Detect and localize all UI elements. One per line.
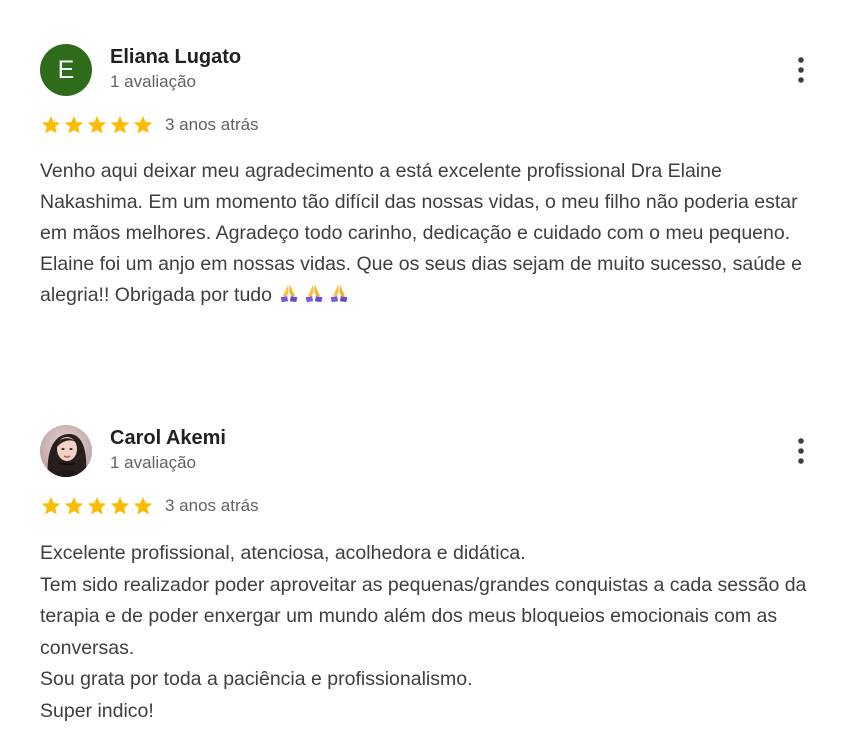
review-body: Venho aqui deixar meu agradecimento a es… [40, 160, 808, 306]
author-name[interactable]: Carol Akemi [110, 427, 226, 450]
rating-row: 3 anos atrás [40, 112, 259, 138]
star-icon [110, 497, 130, 515]
star-icon [41, 116, 61, 134]
author-review-count: 1 avaliação [110, 453, 197, 472]
star-icon [41, 497, 61, 515]
rating-row: 3 anos atrás [40, 493, 259, 519]
star-icon [64, 497, 84, 515]
star-icon [133, 497, 153, 515]
avatar[interactable]: E [40, 44, 92, 96]
review-text: Excelente profissional, atenciosa, acolh… [40, 538, 830, 727]
avatar-letter: E [57, 55, 75, 84]
star-icon [110, 116, 130, 134]
star-rating [40, 114, 155, 136]
review-date: 3 anos atrás [165, 496, 259, 515]
more-vert-icon [798, 438, 804, 464]
review-body: Excelente profissional, atenciosa, acolh… [40, 542, 807, 722]
avatar[interactable] [40, 425, 92, 477]
review-text: Venho aqui deixar meu agradecimento a es… [40, 156, 830, 311]
more-vert-icon [798, 57, 804, 83]
author-name[interactable]: Eliana Lugato [110, 46, 241, 69]
star-rating [40, 495, 155, 517]
star-icon [64, 116, 84, 134]
folded-hands-icon [280, 284, 298, 303]
emoji-row [278, 282, 353, 304]
profile-photo-icon [40, 425, 92, 477]
more-options-button[interactable] [788, 52, 814, 88]
star-icon [133, 116, 153, 134]
star-icon [87, 116, 107, 134]
folded-hands-icon [305, 284, 323, 303]
more-options-button[interactable] [788, 433, 814, 469]
author-review-count: 1 avaliação [110, 72, 197, 91]
reviews-page: E Eliana Lugato 1 avaliação 3 anos atrás… [0, 0, 860, 756]
folded-hands-icon [330, 284, 348, 303]
review-date: 3 anos atrás [165, 115, 259, 134]
star-icon [87, 497, 107, 515]
